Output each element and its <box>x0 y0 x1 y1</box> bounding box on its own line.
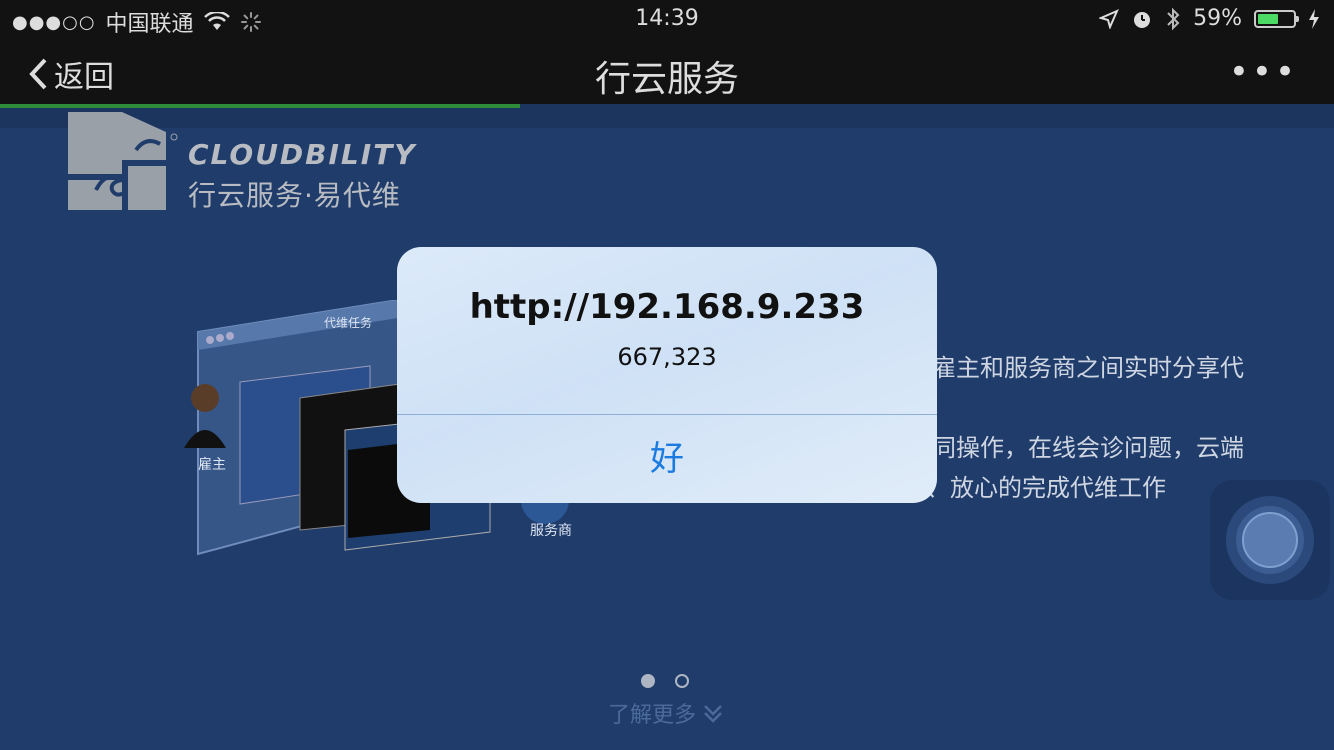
illustration-window-title: 代维任务 <box>324 316 373 330</box>
illustration-provider-label: 服务商 <box>530 523 572 539</box>
illustration-employer-label: 雇主 <box>198 457 226 473</box>
brand-name-cn: 行云服务·易代维 <box>188 179 401 212</box>
double-chevron-down-icon <box>704 705 722 723</box>
page-indicator <box>641 674 689 688</box>
charging-bolt-icon <box>1309 8 1319 29</box>
learn-more-link[interactable]: 了解更多 <box>608 697 724 729</box>
brand-name-en: CLOUDBILITY <box>188 138 417 171</box>
bluetooth-icon <box>1167 7 1180 30</box>
location-arrow-icon <box>1099 8 1120 29</box>
alert-title: http://192.168.9.233 <box>469 287 865 327</box>
assistive-touch-button[interactable] <box>1210 480 1330 600</box>
battery-icon <box>1254 9 1299 28</box>
page-dot-2[interactable] <box>675 674 689 688</box>
battery-percent: 59% <box>1193 6 1242 31</box>
learn-more-label: 了解更多 <box>608 703 697 728</box>
page-title: 行云服务 <box>594 59 739 100</box>
status-right: 59% <box>1099 6 1320 31</box>
more-options-button[interactable]: ••• <box>1229 52 1298 92</box>
nav-bar: 返回 行云服务 ••• <box>0 44 1334 100</box>
description-line-1: 雇主和服务商之间实时分享代 <box>932 354 1244 382</box>
page-load-progress <box>0 104 521 108</box>
alert-message: 667,323 <box>617 343 717 371</box>
description-line-2: 同操作，在线会诊问题，云端 <box>932 434 1244 462</box>
alarm-icon <box>1134 11 1151 28</box>
description-line-3: 、放心的完成代维工作 <box>926 474 1166 502</box>
top-bar: ●●●○○ 中国联通 14:39 59% 返回 行云服务 ••• <box>0 0 1334 104</box>
status-bar: ●●●○○ 中国联通 14:39 59% <box>0 0 1334 40</box>
page-dot-1[interactable] <box>641 674 655 688</box>
assistive-touch-ring-inner <box>1242 512 1298 568</box>
alert-dialog: http://192.168.9.233 667,323 好 <box>397 247 937 503</box>
cloudbility-logo-icon <box>68 112 178 210</box>
battery-fill <box>1258 13 1279 24</box>
alert-ok-button[interactable]: 好 <box>397 415 937 503</box>
